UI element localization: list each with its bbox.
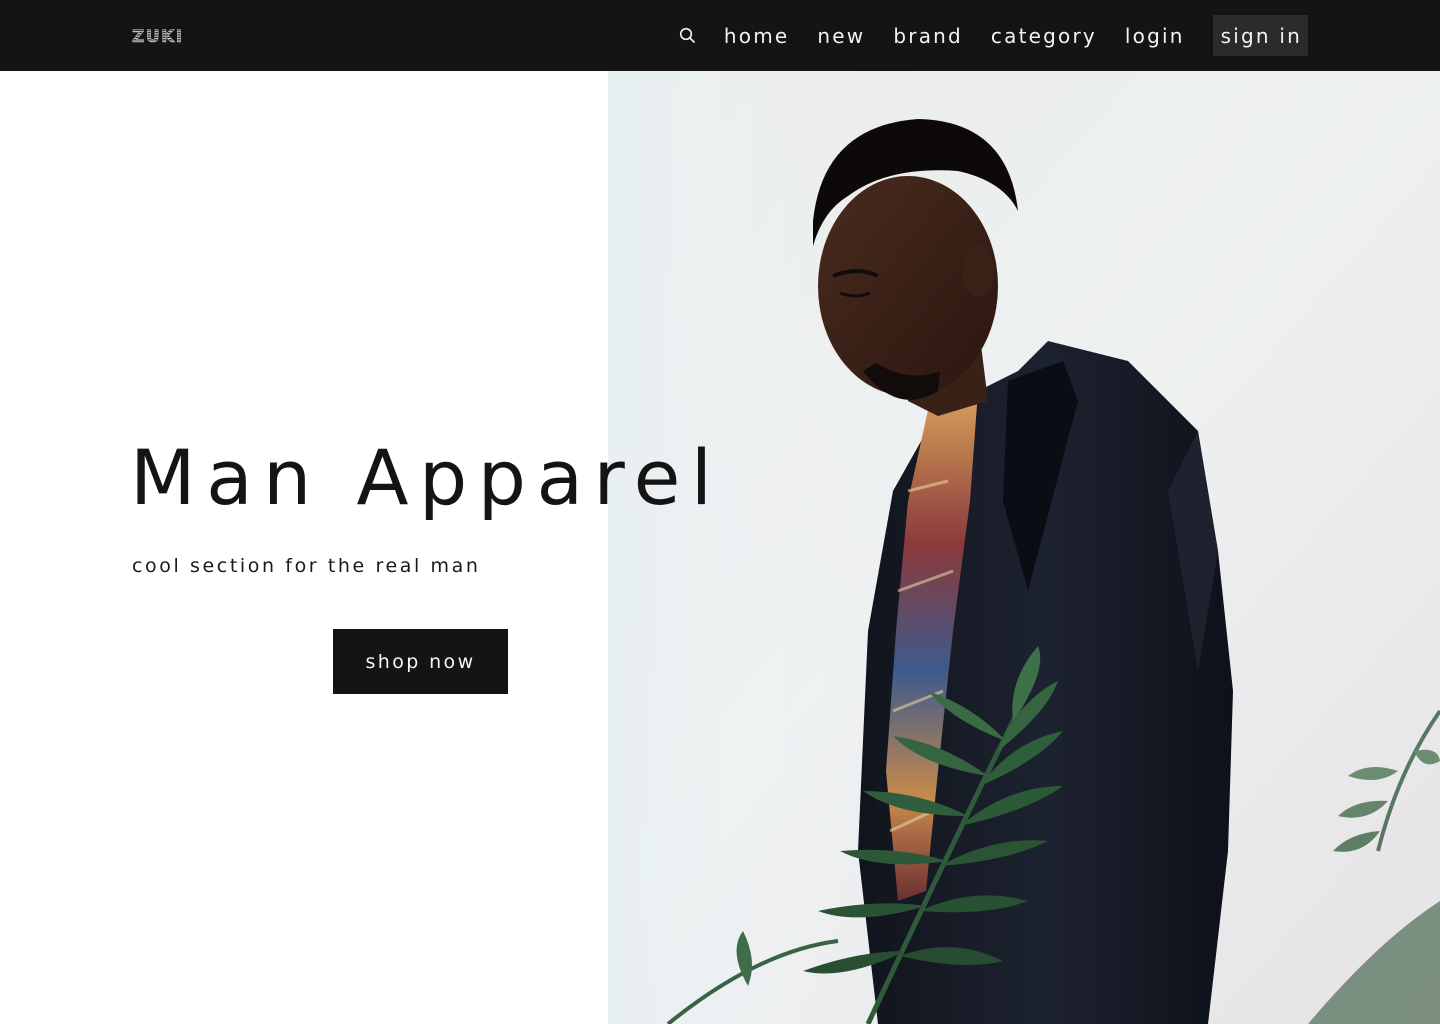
nav-link-login[interactable]: login [1125,26,1185,46]
landing-page: ZUKI home new brand category login sign … [0,0,1440,1024]
brand-logo[interactable]: ZUKI [132,26,190,48]
top-navbar: ZUKI home new brand category login sign … [0,0,1440,71]
svg-text:ZUKI: ZUKI [132,27,184,46]
nav-link-home[interactable]: home [724,26,790,46]
hero-subtitle: cool section for the real man [132,555,481,577]
main-nav: home new brand category login sign in [678,0,1308,71]
nav-link-category[interactable]: category [991,26,1097,46]
hero-title: Man Apparel [130,433,723,522]
hero-photo-illustration [608,71,1440,1024]
hero-photo [608,71,1440,1024]
sign-in-button[interactable]: sign in [1212,15,1308,56]
nav-link-brand[interactable]: brand [893,26,963,46]
zuki-logo-mark: ZUKI [132,27,184,48]
shop-now-button[interactable]: shop now [333,629,508,694]
search-icon[interactable] [678,26,698,46]
nav-link-new[interactable]: new [817,26,865,46]
